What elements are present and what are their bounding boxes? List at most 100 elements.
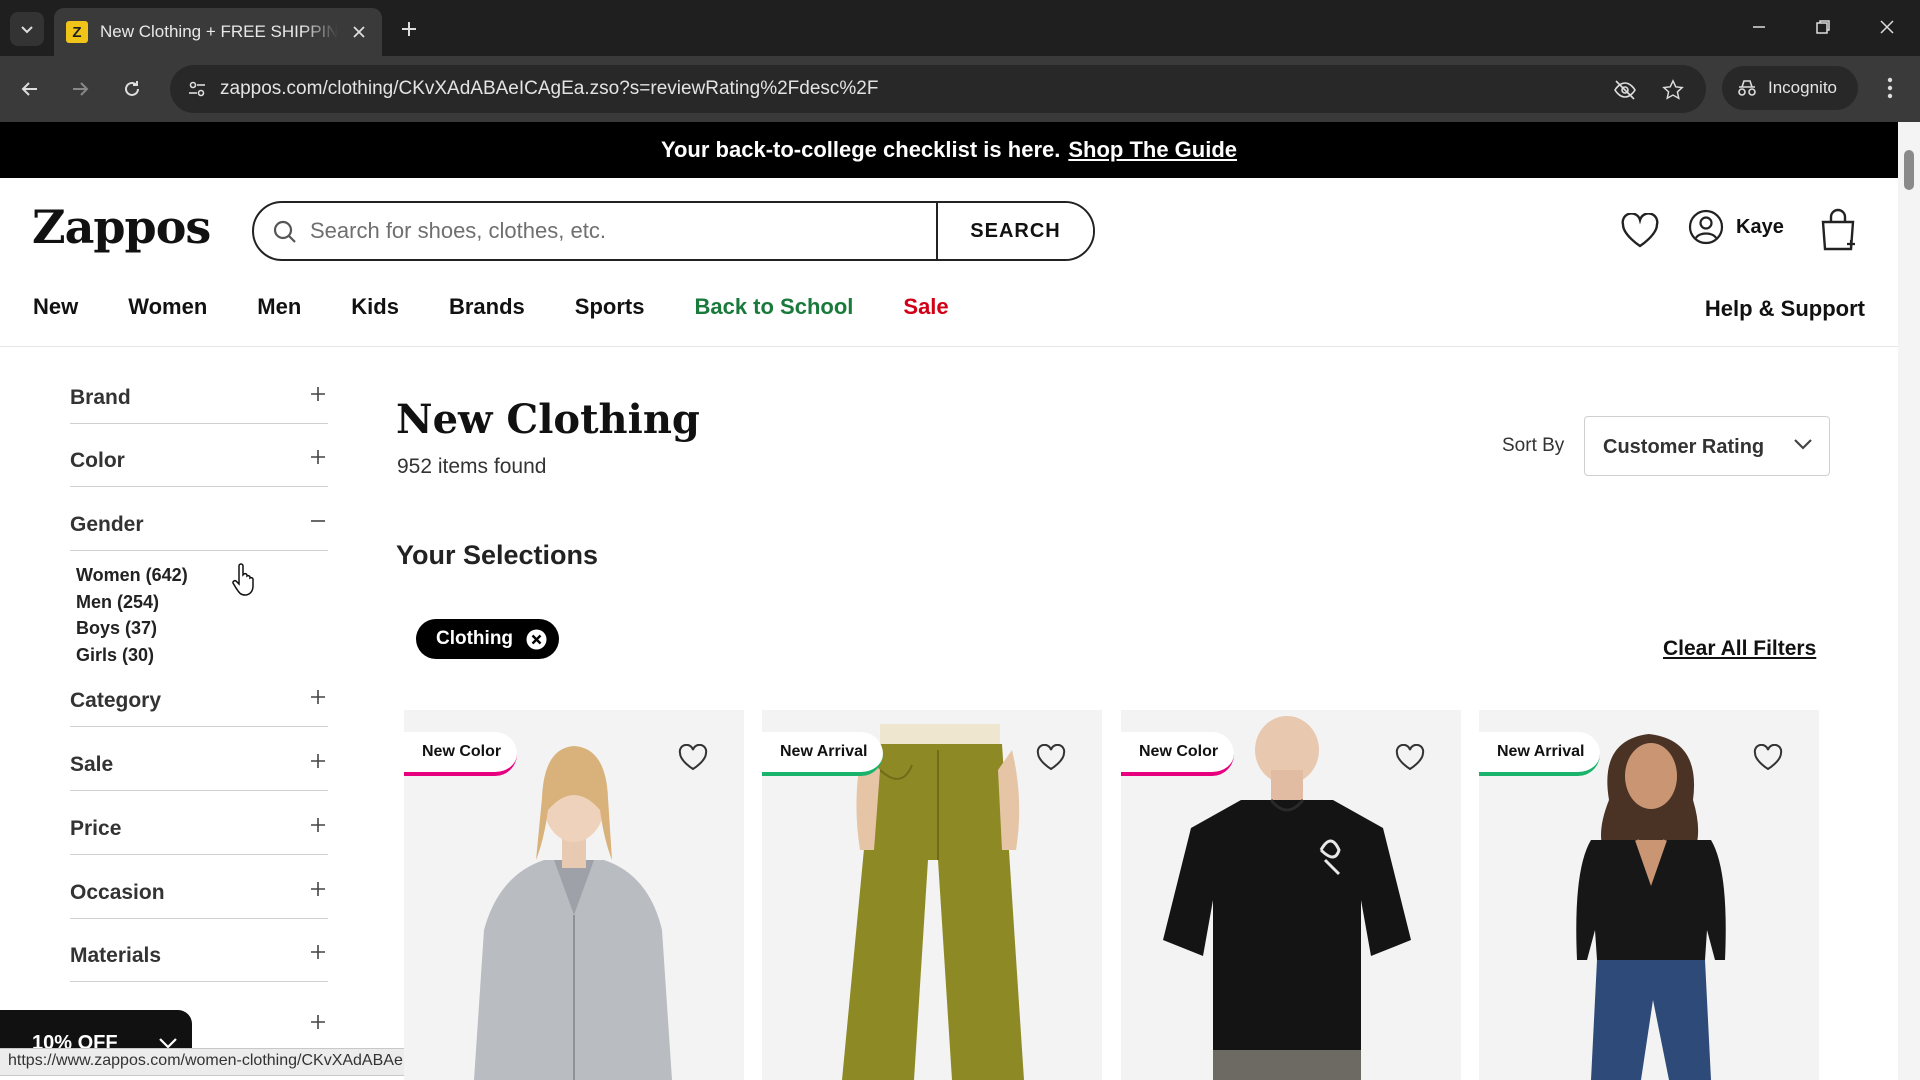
plus-icon (308, 877, 328, 901)
browser-tab-bar: Z New Clothing + FREE SHIPPING (0, 0, 1920, 56)
clear-all-filters-link[interactable]: Clear All Filters (1663, 637, 1816, 661)
search-button[interactable]: SEARCH (938, 203, 1093, 259)
nav-women[interactable]: Women (128, 294, 207, 320)
help-support-link[interactable]: Help & Support (1705, 296, 1865, 322)
facet-color[interactable]: Color (70, 437, 328, 487)
account-name: Kaye (1736, 215, 1784, 238)
close-window-button[interactable] (1870, 12, 1904, 42)
plus-icon (308, 685, 328, 709)
star-icon (1662, 79, 1684, 100)
facet-brand[interactable]: Brand (70, 374, 328, 424)
minimize-button[interactable] (1742, 12, 1776, 42)
account-menu[interactable]: Kaye (1688, 209, 1784, 245)
tab-search-button[interactable] (10, 12, 44, 46)
facet-label: Materials (70, 944, 162, 967)
facet-label: Gender (70, 513, 144, 536)
facet-gender[interactable]: Gender (70, 501, 328, 551)
scrollbar-thumb[interactable] (1904, 150, 1914, 190)
gender-option-men[interactable]: Men (254) (76, 589, 188, 616)
facet-category[interactable]: Category (70, 677, 328, 727)
search-input[interactable] (310, 203, 920, 259)
product-badge: New Color (1121, 732, 1235, 776)
address-toolbar: zappos.com/clothing/CKvXAdABAeICAgEa.zso… (0, 56, 1920, 122)
heart-icon[interactable] (678, 744, 708, 772)
heart-icon (1621, 213, 1659, 248)
tune-icon (189, 81, 205, 97)
back-button[interactable] (14, 73, 46, 105)
search-field-wrap (254, 203, 938, 259)
product-badge: New Arrival (1479, 732, 1601, 776)
shopping-bag-icon (1821, 208, 1855, 251)
reload-button[interactable] (116, 73, 148, 105)
zappos-favicon-icon: Z (66, 21, 88, 43)
hand-cursor-icon (232, 563, 254, 596)
page-title: New Clothing (396, 396, 700, 443)
favorites-button[interactable] (1618, 209, 1662, 253)
zappos-logo[interactable]: Zappos (32, 200, 211, 254)
minimize-icon (1753, 26, 1765, 28)
site-settings-button[interactable] (186, 78, 208, 100)
nav-back-to-school[interactable]: Back to School (694, 294, 853, 320)
remove-filter-icon[interactable] (526, 629, 547, 650)
incognito-indicator[interactable]: Incognito (1722, 66, 1858, 110)
facet-occasion[interactable]: Occasion (70, 869, 328, 919)
nav-men[interactable]: Men (257, 294, 301, 320)
sort-label: Sort By (1502, 435, 1565, 456)
plus-icon (308, 813, 328, 837)
promo-text: Your back-to-college checklist is here. (660, 137, 1061, 162)
product-card[interactable]: New Color (404, 710, 744, 1080)
search-bar: SEARCH (252, 201, 1095, 261)
plus-icon[interactable] (308, 1010, 328, 1034)
heart-icon[interactable] (1036, 744, 1066, 772)
more-vertical-icon (1887, 77, 1893, 99)
gender-option-girls[interactable]: Girls (30) (76, 642, 188, 669)
new-tab-button[interactable] (394, 14, 424, 44)
facet-price[interactable]: Price (70, 805, 328, 855)
heart-icon[interactable] (1395, 744, 1425, 772)
facet-sale[interactable]: Sale (70, 741, 328, 791)
product-card[interactable]: New Arrival (1479, 710, 1819, 1080)
browser-tab[interactable]: Z New Clothing + FREE SHIPPING (54, 8, 382, 56)
shop-the-guide-link[interactable]: Shop The Guide (1068, 137, 1237, 163)
restore-button[interactable] (1806, 12, 1840, 42)
url-text[interactable]: zappos.com/clothing/CKvXAdABAeICAgEa.zso… (220, 78, 878, 100)
facet-label: Brand (70, 386, 131, 409)
plus-icon (402, 22, 416, 36)
heart-icon[interactable] (1753, 744, 1783, 772)
nav-kids[interactable]: Kids (351, 294, 399, 320)
product-badge: New Color (404, 732, 518, 776)
tab-close-button[interactable] (348, 21, 370, 43)
plus-icon (308, 445, 328, 469)
filter-chip-clothing[interactable]: Clothing (416, 619, 560, 659)
gender-option-boys[interactable]: Boys (37) (76, 615, 188, 642)
browser-menu-button[interactable] (1878, 72, 1902, 104)
page-scrollbar[interactable] (1898, 122, 1920, 1080)
promo-banner: Your back-to-college checklist is here. … (0, 122, 1898, 178)
search-icon (273, 220, 296, 243)
arrow-right-icon (73, 82, 89, 96)
chevron-down-icon (1794, 439, 1812, 450)
omnibox[interactable]: zappos.com/clothing/CKvXAdABAeICAgEa.zso… (170, 65, 1706, 113)
main-nav: New Women Men Kids Brands Sports Back to… (33, 294, 999, 320)
tracking-protection-button[interactable] (1612, 77, 1638, 103)
arrow-left-icon (21, 82, 37, 96)
nav-brands[interactable]: Brands (449, 294, 525, 320)
nav-sports[interactable]: Sports (575, 294, 645, 320)
nav-sale[interactable]: Sale (903, 294, 948, 320)
gender-option-women[interactable]: Women (642) (76, 562, 188, 589)
forward-button[interactable] (64, 73, 96, 105)
facet-label: Occasion (70, 881, 165, 904)
bookmark-button[interactable] (1660, 77, 1686, 103)
cart-button[interactable] (1816, 206, 1860, 254)
chip-label: Clothing (436, 628, 514, 649)
sort-value: Customer Rating (1603, 436, 1765, 458)
user-icon (1688, 209, 1724, 245)
product-card[interactable]: New Color (1121, 710, 1461, 1080)
facet-label: Category (70, 689, 162, 712)
product-card[interactable]: New Arrival (762, 710, 1102, 1080)
facet-materials[interactable]: Materials (70, 932, 328, 982)
sort-dropdown[interactable]: Customer Rating (1584, 416, 1830, 476)
nav-new[interactable]: New (33, 294, 78, 320)
facet-label: Color (70, 449, 125, 472)
results-count: 952 items found (397, 455, 547, 478)
